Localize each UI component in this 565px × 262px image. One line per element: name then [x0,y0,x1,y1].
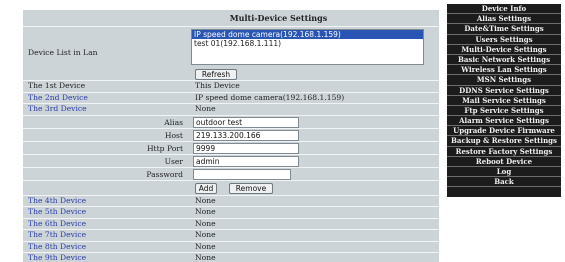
alias-label: Alias [164,117,183,127]
sidebar-item-users-settings[interactable]: Users Settings [447,35,561,45]
add-button[interactable]: Add [195,182,217,194]
device-link[interactable]: The 3rd Device [28,104,87,115]
http-port-row: Http Port [23,142,439,155]
device-value: None [195,253,216,262]
device-value: None [195,241,216,251]
device-row-5: The 5th Device None [23,207,439,219]
device-link[interactable]: The 5th Device [28,207,86,218]
device-value: None [195,195,216,205]
sidebar-item-restore-factory[interactable]: Restore Factory Settings [447,147,561,157]
settings-sidebar: Device Info Alias Settings Date&Time Set… [447,4,561,197]
lan-device-list-row: Device List in Lan IP speed dome camera(… [23,27,439,81]
sidebar-item-basic-network-settings[interactable]: Basic Network Settings [447,55,561,66]
device-value: None [195,230,216,239]
sidebar-item-reboot-device[interactable]: Reboot Device [447,157,561,167]
device-actions-row: Add Remove [23,181,439,196]
sidebar-item-backup-restore[interactable]: Backup & Restore Settings [447,136,561,147]
host-input[interactable] [193,129,299,141]
device-row-4: The 4th Device None [23,195,439,207]
device-value: None [195,218,216,228]
device-row-7: The 7th Device None [23,230,439,242]
lan-device-option[interactable]: IP speed dome camera(192.168.1.159) [192,30,423,39]
http-port-label: Http Port [146,143,183,153]
multi-device-panel: Multi-Device Settings Device List in Lan… [23,10,439,262]
sidebar-item-log[interactable]: Log [447,167,561,178]
refresh-button[interactable]: Refresh [195,69,237,80]
device-row-9: The 9th Device None [23,253,439,262]
http-port-input[interactable] [193,142,299,154]
sidebar-item-alias-settings[interactable]: Alias Settings [447,14,561,25]
sidebar-item-device-info[interactable]: Device Info [447,4,561,15]
device-link[interactable]: The 4th Device [28,196,86,207]
device-link[interactable]: The 7th Device [28,230,86,241]
sidebar-item-upgrade-firmware[interactable]: Upgrade Device Firmware [447,126,561,137]
sidebar-item-multi-device-settings[interactable]: Multi-Device Settings [447,45,561,55]
sidebar-item-ddns-service-settings[interactable]: DDNS Service Settings [447,86,561,96]
device-value: None [195,207,216,216]
alias-input[interactable] [193,116,299,128]
lan-device-listbox[interactable]: IP speed dome camera(192.168.1.159) test… [191,29,424,65]
device-label: The 1st Device [28,81,86,90]
user-row: User [23,155,439,168]
device-row-3: The 3rd Device None [23,104,439,116]
password-input[interactable] [193,168,291,180]
device-link[interactable]: The 9th Device [28,253,86,262]
host-label: Host [164,130,183,140]
device-link[interactable]: The 8th Device [28,242,86,253]
device-link[interactable]: The 2nd Device [28,93,88,104]
alias-row: Alias [23,116,439,129]
password-label: Password [146,169,183,179]
sidebar-item-wireless-lan-settings[interactable]: Wireless Lan Settings [447,65,561,76]
sidebar-item-msn-settings[interactable]: MSN Settings [447,75,561,86]
remove-button[interactable]: Remove [229,182,273,194]
device-row-2: The 2nd Device IP speed dome camera(192.… [23,92,439,104]
device-row-6: The 6th Device None [23,218,439,230]
user-input[interactable] [193,155,299,167]
sidebar-item-ftp-service-settings[interactable]: Ftp Service Settings [447,106,561,117]
device-row-1: The 1st Device This Device [23,81,439,93]
sidebar-item-alarm-service-settings[interactable]: Alarm Service Settings [447,116,561,127]
user-label: User [164,156,183,166]
device-value: None [195,104,216,113]
device-value: IP speed dome camera(192.168.1.159) [195,92,345,102]
sidebar-item-mail-service-settings[interactable]: Mail Service Settings [447,96,561,106]
device-value: This Device [195,81,240,90]
device-link[interactable]: The 6th Device [28,219,86,230]
sidebar-item-back[interactable]: Back [447,177,561,188]
sidebar-item-datetime-settings[interactable]: Date&Time Settings [447,24,561,35]
page-title: Multi-Device Settings [23,10,439,27]
lan-device-option[interactable]: test 01(192.168.1.111) [192,39,423,48]
lan-list-label: Device List in Lan [28,48,98,57]
password-row: Password [23,168,439,181]
device-row-8: The 8th Device None [23,241,439,253]
host-row: Host [23,129,439,142]
